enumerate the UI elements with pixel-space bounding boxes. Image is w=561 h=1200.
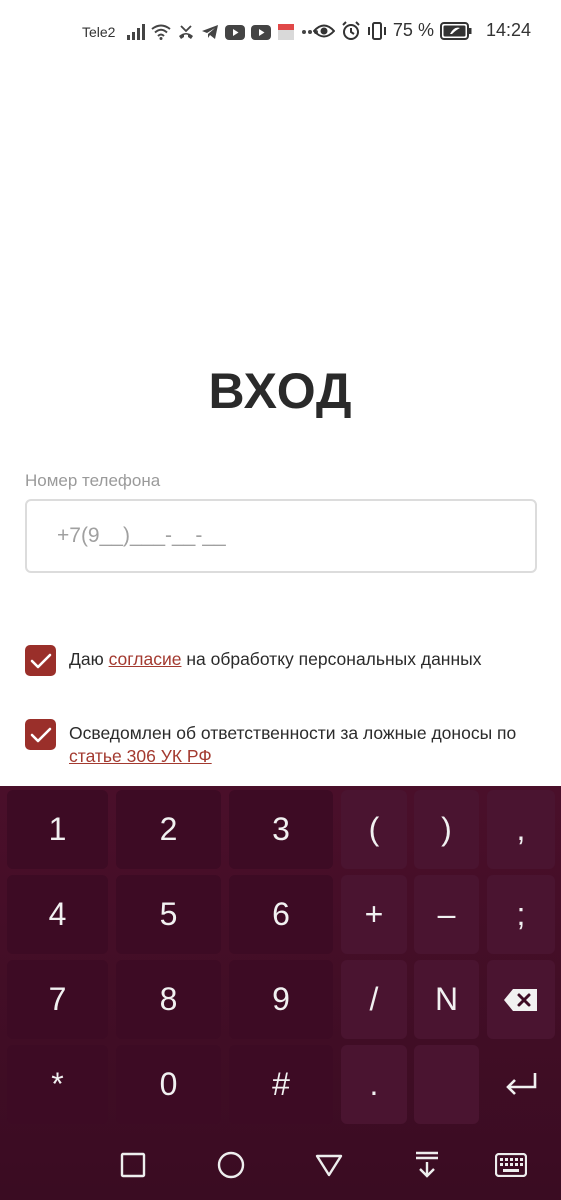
status-bar: Tele2 75 % 14:24 bbox=[0, 0, 561, 66]
signal-icon bbox=[127, 22, 146, 42]
consent-row-false-report: Осведомлен об ответственности за ложные … bbox=[25, 719, 539, 768]
backspace-key[interactable] bbox=[487, 960, 555, 1039]
eye-icon bbox=[312, 21, 335, 41]
login-screen: Tele2 75 % 14:24 ВХОД Номер телефона +7(… bbox=[0, 0, 561, 1200]
triangle-down-icon bbox=[315, 1154, 343, 1177]
missed-call-icon bbox=[177, 22, 195, 42]
battery-icon bbox=[439, 21, 472, 41]
key-9[interactable]: 9 bbox=[229, 960, 333, 1039]
notification-icon bbox=[277, 22, 295, 42]
checkmark-icon bbox=[30, 727, 51, 742]
youtube-icon bbox=[251, 22, 272, 42]
consent-link[interactable]: согласие bbox=[109, 649, 182, 669]
circle-icon bbox=[217, 1151, 245, 1179]
carrier-name: Tele2 bbox=[82, 24, 116, 40]
consent-checkbox-false-report[interactable] bbox=[25, 719, 56, 750]
consent-checkbox-personal-data[interactable] bbox=[25, 645, 56, 676]
key-6[interactable]: 6 bbox=[229, 875, 333, 954]
key-n[interactable]: N bbox=[414, 960, 479, 1039]
phone-label: Номер телефона bbox=[25, 471, 161, 490]
square-icon bbox=[120, 1152, 146, 1178]
battery-percent: 75 % bbox=[392, 20, 434, 40]
key-1[interactable]: 1 bbox=[7, 790, 108, 869]
consent-text-personal-data: Даю согласие на обработку персональных д… bbox=[69, 645, 539, 671]
collapse-down-icon bbox=[416, 1151, 438, 1178]
consent-text-before: Даю bbox=[69, 649, 109, 669]
consent-text-before: Осведомлен об ответственности за ложные … bbox=[69, 723, 517, 743]
vibrate-icon bbox=[367, 21, 387, 41]
key-slash[interactable]: / bbox=[341, 960, 407, 1039]
backspace-icon bbox=[504, 988, 537, 1011]
telegram-icon bbox=[201, 22, 219, 42]
hide-keyboard-button[interactable] bbox=[410, 1148, 444, 1182]
key-5[interactable]: 5 bbox=[116, 875, 221, 954]
key-hash[interactable]: # bbox=[229, 1045, 333, 1124]
key-2[interactable]: 2 bbox=[116, 790, 221, 869]
key-0[interactable]: 0 bbox=[116, 1045, 221, 1124]
key-semicolon[interactable]: ; bbox=[487, 875, 555, 954]
status-left: Tele2 bbox=[82, 22, 319, 42]
alarm-icon bbox=[341, 20, 361, 41]
checkmark-icon bbox=[30, 653, 51, 668]
clock: 14:24 bbox=[485, 20, 531, 40]
key-open-paren[interactable]: ( bbox=[341, 790, 407, 869]
article-306-link[interactable]: статье 306 УК РФ bbox=[69, 746, 212, 766]
navigation-bar bbox=[0, 1130, 561, 1200]
consent-row-personal-data: Даю согласие на обработку персональных д… bbox=[25, 645, 539, 676]
enter-key[interactable] bbox=[487, 1045, 555, 1124]
page-title: ВХОД bbox=[208, 363, 353, 419]
enter-icon bbox=[506, 1072, 537, 1095]
youtube-icon bbox=[225, 22, 246, 42]
consent-text-false-report: Осведомлен об ответственности за ложные … bbox=[69, 719, 539, 768]
consent-text-after: на обработку персональных данных bbox=[181, 649, 482, 669]
key-minus[interactable]: – bbox=[414, 875, 479, 954]
key-close-paren[interactable]: ) bbox=[414, 790, 479, 869]
key-7[interactable]: 7 bbox=[7, 960, 108, 1039]
key-4[interactable]: 4 bbox=[7, 875, 108, 954]
back-button[interactable] bbox=[312, 1148, 346, 1182]
status-right: 75 % 14:24 bbox=[312, 20, 531, 41]
recent-apps-button[interactable] bbox=[116, 1148, 150, 1182]
key-plus[interactable]: + bbox=[341, 875, 407, 954]
keyboard-switch-button[interactable] bbox=[491, 1148, 531, 1182]
home-button[interactable] bbox=[214, 1148, 248, 1182]
key-comma[interactable]: , bbox=[487, 790, 555, 869]
key-blank[interactable] bbox=[414, 1045, 479, 1124]
key-8[interactable]: 8 bbox=[116, 960, 221, 1039]
keyboard-icon bbox=[495, 1153, 527, 1177]
key-asterisk[interactable]: * bbox=[7, 1045, 108, 1124]
wifi-icon bbox=[151, 22, 172, 42]
phone-input[interactable] bbox=[25, 499, 537, 573]
key-dot[interactable]: . bbox=[341, 1045, 407, 1124]
key-3[interactable]: 3 bbox=[229, 790, 333, 869]
